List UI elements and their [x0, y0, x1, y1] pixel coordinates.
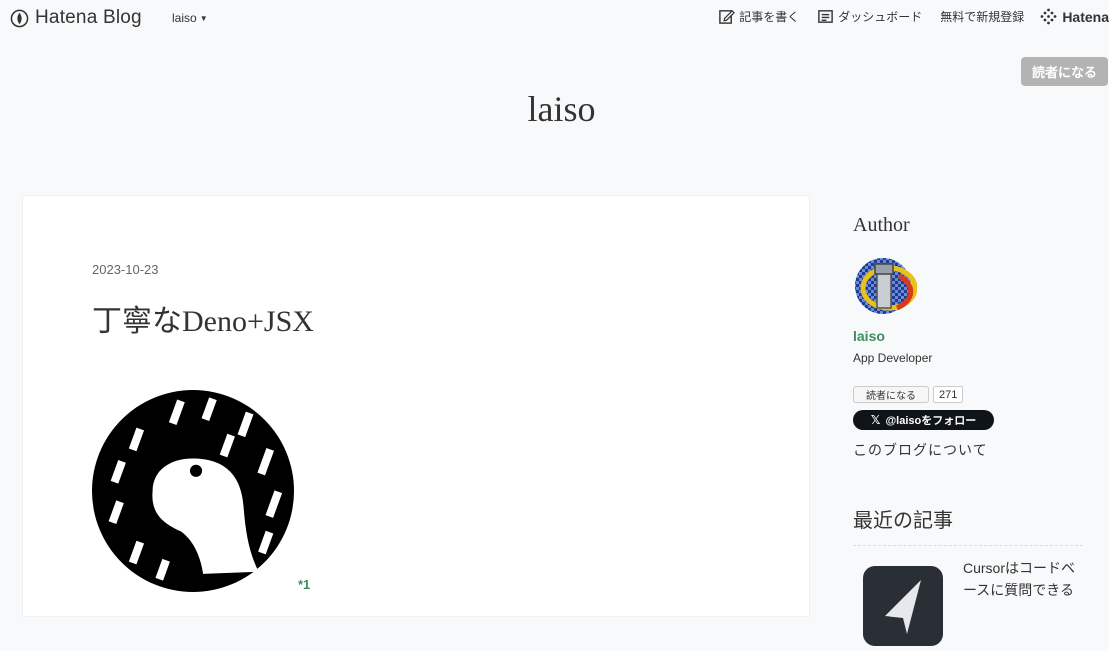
hatena-menu[interactable]: Hatena	[1040, 8, 1109, 25]
recent-posts-heading: 最近の記事	[853, 510, 953, 532]
subscribe-button[interactable]: 読者になる	[1021, 57, 1108, 86]
dashboard-label: ダッシュボード	[838, 10, 923, 24]
footnote-ref[interactable]: *1	[298, 577, 310, 592]
author-name[interactable]: laiso	[853, 328, 885, 344]
author-description: App Developer	[853, 351, 933, 365]
x-follow-button[interactable]: 𝕏 @laisoをフォロー	[853, 410, 994, 430]
divider	[853, 545, 1083, 546]
author-avatar[interactable]	[853, 254, 917, 318]
signup-link[interactable]: 無料で新規登録	[940, 8, 1024, 25]
dashboard-icon	[818, 10, 834, 23]
author-heading: Author	[853, 214, 910, 236]
site-title[interactable]: laiso	[0, 88, 1109, 130]
blog-menu[interactable]: laiso ▼	[172, 11, 208, 25]
write-article-link[interactable]: 記事を書く	[718, 8, 799, 25]
brand-text: Hatena Blog	[35, 7, 142, 28]
cursor-logo-icon	[885, 580, 921, 634]
hatena-grid-icon	[1040, 8, 1057, 25]
sidebar: Author laiso App Developer 読者になる 271 𝕏 @…	[853, 214, 1093, 646]
hatena-blog-brand[interactable]: Hatena Blog	[10, 7, 142, 29]
caret-down-icon: ▼	[199, 13, 208, 23]
x-logo-icon: 𝕏	[870, 413, 881, 427]
dashboard-link[interactable]: ダッシュボード	[817, 8, 922, 25]
about-blog-link[interactable]: このブログについて	[853, 440, 988, 460]
signup-label: 無料で新規登録	[940, 10, 1025, 24]
subscriber-count[interactable]: 271	[933, 386, 964, 403]
subscribe-small-button[interactable]: 読者になる	[853, 386, 929, 403]
follow-label: @laisoをフォロー	[885, 415, 977, 427]
article-title[interactable]: 丁寧なDeno+JSX	[92, 296, 314, 340]
hatena-label: Hatena	[1062, 8, 1109, 25]
deno-logo-image	[92, 390, 294, 592]
blog-menu-label: laiso	[172, 11, 197, 25]
article-date[interactable]: 2023-10-23	[92, 262, 159, 277]
write-article-label: 記事を書く	[739, 10, 800, 24]
edit-icon	[719, 9, 736, 24]
recent-post-title[interactable]: Cursorはコードベースに質問できる	[963, 557, 1088, 601]
article-card: 2023-10-23 丁寧なDeno+JSX *1	[22, 195, 810, 617]
hatena-blog-logo-icon	[10, 9, 29, 27]
top-bar: Hatena Blog laiso ▼ 記事を書く ダッシュボード 無料で新規登…	[0, 0, 1109, 38]
recent-post-thumbnail[interactable]	[863, 566, 943, 646]
